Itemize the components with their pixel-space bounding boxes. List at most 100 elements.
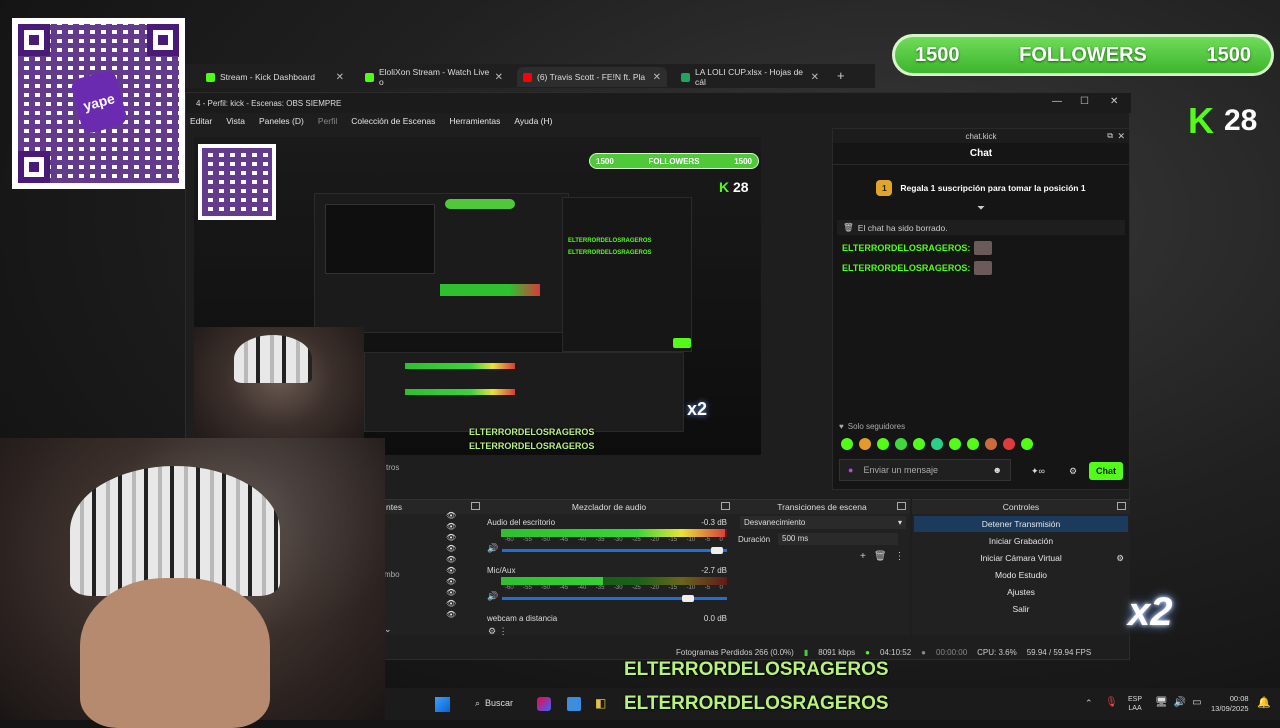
popout-icon[interactable]: ⧉	[1107, 131, 1113, 141]
menu-ayuda[interactable]: Ayuda (H)	[514, 116, 552, 126]
followers-left: 1500	[915, 43, 960, 66]
search-icon: ⌕	[475, 698, 481, 708]
add-icon[interactable]: +	[860, 551, 866, 562]
emote-icon[interactable]	[985, 438, 997, 450]
speaker-icon[interactable]: 🔊	[487, 543, 498, 554]
more-icon[interactable]: ⋮	[895, 551, 905, 562]
chat-window-header: chat.kick ✕ ⧉	[833, 129, 1129, 143]
gift-icon[interactable]: ✦∞	[1031, 466, 1045, 477]
source-fragment: mbo	[384, 570, 400, 579]
speaker-icon[interactable]: 🔊	[487, 591, 498, 602]
emote-icon[interactable]	[931, 438, 943, 450]
emoji-icon[interactable]: ☻	[993, 465, 1002, 475]
source-visibility-icons[interactable]: 👁 👁 👁 👁 👁 👁 👁 👁 👁 👁	[446, 510, 458, 620]
minimize-icon[interactable]: —	[1052, 96, 1062, 107]
new-tab-button[interactable]: +	[837, 68, 845, 83]
clock-date: 13/09/2025	[1211, 704, 1249, 713]
volume-knob[interactable]	[682, 594, 695, 602]
volume-slider[interactable]	[502, 546, 727, 554]
menu-herramientas[interactable]: Herramientas	[449, 116, 500, 126]
dropped-frames: Fotogramas Perdidos 266 (0.0%)	[676, 647, 794, 657]
battery-icon[interactable]: ▭	[1192, 697, 1201, 708]
close-icon[interactable]: ✕	[1117, 131, 1125, 142]
notification-icon[interactable]: 🔔	[1257, 696, 1271, 709]
menu-vista[interactable]: Vista	[226, 116, 245, 126]
popout-icon[interactable]	[897, 502, 906, 510]
copilot-icon[interactable]	[537, 697, 551, 711]
emote-icon[interactable]	[841, 438, 853, 450]
kick-logo-icon: K	[719, 179, 730, 195]
exit-button[interactable]: Salir	[914, 601, 1128, 617]
sheets-favicon-icon	[681, 72, 690, 82]
close-tab-icon[interactable]: ✕	[653, 72, 661, 83]
chat-message[interactable]: ELTERRORDELOSRAGEROS:	[842, 241, 1129, 255]
volume-slider[interactable]	[502, 594, 727, 602]
preview-user-2: ELTERRORDELOSRAGEROS	[469, 441, 595, 451]
browser-tab-sheets[interactable]: LA LOLI CUP.xlsx - Hojas de cál ✕	[675, 67, 825, 87]
start-recording-button[interactable]: Iniciar Grabación	[914, 533, 1128, 549]
mixer-settings-icon[interactable]: ⚙ ⋮	[488, 626, 508, 637]
trash-icon[interactable]: 🗑	[874, 551, 887, 562]
close-icon[interactable]: ✕	[1110, 96, 1118, 107]
menu-paneles[interactable]: Paneles (D)	[259, 116, 304, 126]
gear-icon[interactable]: ⚙	[1069, 466, 1077, 477]
emote-icon[interactable]	[949, 438, 961, 450]
emote-icon[interactable]	[859, 438, 871, 450]
chevron-down-icon[interactable]: ⌄	[384, 624, 392, 635]
taskbar-search[interactable]: ⌕ Buscar	[475, 698, 513, 709]
transition-select[interactable]: Desvanecimiento ▾	[740, 516, 906, 529]
collapse-chevron-icon[interactable]: ⏷	[833, 203, 1129, 214]
system-tray[interactable]: 🖥 🔊 ▭	[1155, 697, 1202, 708]
popout-icon[interactable]	[471, 502, 480, 510]
transitions-title: Transiciones de escena	[734, 500, 910, 514]
emote-icon[interactable]	[1021, 438, 1033, 450]
volume-knob[interactable]	[711, 546, 724, 554]
taskbar-clock[interactable]: 00:08 13/09/2025	[1211, 694, 1249, 714]
mic-tray-icon[interactable]: 🎙	[1105, 697, 1118, 708]
emote-icon[interactable]	[895, 438, 907, 450]
browser-tab-youtube[interactable]: (6) Travis Scott - FE!N ft. Pla ✕	[517, 67, 667, 87]
send-chat-button[interactable]: Chat	[1089, 462, 1123, 480]
popout-icon[interactable]	[721, 502, 730, 510]
language-bottom: LAA	[1128, 705, 1142, 712]
tray-chevron-icon[interactable]: ⌃	[1085, 698, 1093, 709]
webcam-beanie	[70, 466, 280, 596]
browser-tab-kick-dashboard[interactable]: Stream - Kick Dashboard ✕	[200, 67, 350, 87]
emote-icon[interactable]	[913, 438, 925, 450]
language-top: ESP	[1128, 696, 1143, 703]
duration-input[interactable]: 500 ms	[778, 533, 899, 545]
gear-icon[interactable]: ⚙	[1116, 553, 1124, 564]
chat-message[interactable]: ELTERRORDELOSRAGEROS:	[842, 261, 1129, 275]
app-icon[interactable]: ◧	[595, 696, 606, 710]
preview-nested-mixer	[364, 352, 684, 432]
close-tab-icon[interactable]: ✕	[495, 72, 503, 83]
menu-editar[interactable]: Editar	[190, 116, 212, 126]
audio-mixer-dock: Mezclador de audio Audio del escritorio …	[484, 499, 734, 637]
emote-icon[interactable]	[967, 438, 979, 450]
chat-username[interactable]: ELTERRORDELOSRAGEROS:	[842, 263, 970, 273]
stop-streaming-button[interactable]: Detener Transmisión	[914, 516, 1128, 532]
start-virtual-camera-button[interactable]: Iniciar Cámara Virtual ⚙	[914, 550, 1128, 566]
menu-perfil[interactable]: Perfil	[318, 116, 337, 126]
obs-status-bar: Fotogramas Perdidos 266 (0.0%) ▮ 8091 kb…	[676, 645, 1131, 659]
settings-button[interactable]: Ajustes	[914, 584, 1128, 600]
app-icon[interactable]	[567, 697, 581, 711]
maximize-icon[interactable]: ☐	[1080, 96, 1089, 107]
windows-start-icon[interactable]	[435, 697, 450, 712]
browser-tab-elolixon[interactable]: EloliXon Stream - Watch Live o ✕	[359, 67, 509, 87]
language-indicator[interactable]: ESP LAA	[1128, 695, 1142, 713]
chat-input[interactable]: ● Enviar un mensaje ☻	[839, 459, 1011, 481]
volume-icon[interactable]: 🔊	[1174, 697, 1186, 708]
chat-username[interactable]: ELTERRORDELOSRAGEROS:	[842, 243, 970, 253]
menu-coleccion[interactable]: Colección de Escenas	[351, 116, 435, 126]
close-tab-icon[interactable]: ✕	[811, 72, 819, 83]
mic-icon[interactable]: ●	[848, 465, 853, 475]
emote-icon[interactable]	[877, 438, 889, 450]
obs-preview[interactable]: 1500 FOLLOWERS 1500 K 28 ELTERRORDELOSRA…	[194, 137, 761, 455]
popout-icon[interactable]	[1117, 502, 1126, 510]
studio-mode-button[interactable]: Modo Estudio	[914, 567, 1128, 583]
pinned-gift-banner[interactable]: 1 Regala 1 suscripción para tomar la pos…	[833, 173, 1129, 203]
emote-icon[interactable]	[1003, 438, 1015, 450]
close-tab-icon[interactable]: ✕	[336, 72, 344, 83]
network-icon[interactable]: 🖥	[1155, 697, 1168, 708]
